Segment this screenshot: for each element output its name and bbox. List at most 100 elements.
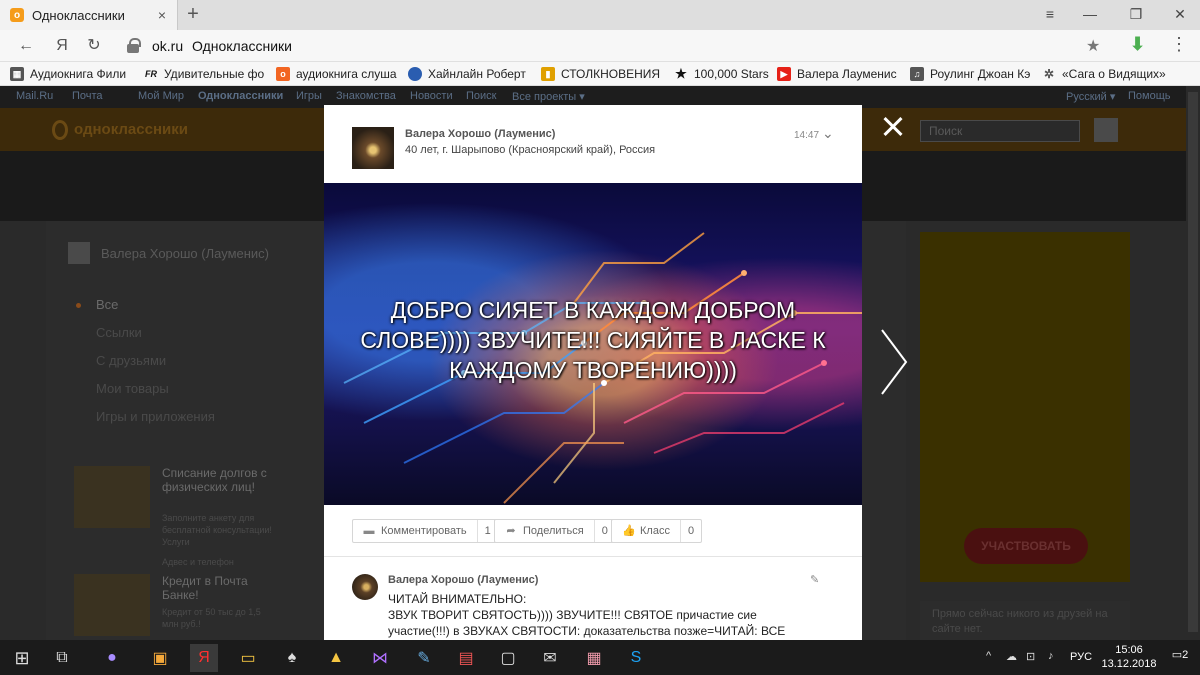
ok-search-input[interactable]: Поиск bbox=[920, 120, 1080, 142]
solitaire-icon[interactable]: ♠ bbox=[278, 644, 306, 672]
topnav-all-projects[interactable]: Все проекты ▾ bbox=[512, 90, 585, 103]
profile-bar: Валера Хорошо (Лауменис) bbox=[56, 236, 346, 270]
mail-icon[interactable]: ✉ bbox=[536, 644, 564, 672]
next-post-arrow-icon[interactable] bbox=[878, 326, 910, 398]
filter-games[interactable]: Игры и приложения bbox=[56, 403, 296, 431]
ad-image[interactable] bbox=[74, 466, 150, 528]
ad-title[interactable]: Списание долгов с физических лиц! bbox=[162, 466, 272, 494]
ok-logo[interactable]: одноклассники bbox=[52, 120, 188, 140]
bookmark-item[interactable]: ▮ СТОЛКНОВЕНИЯ / bbox=[541, 66, 663, 82]
bars-icon: ▮ bbox=[541, 67, 555, 81]
visual-studio-icon[interactable]: ⋈ bbox=[366, 644, 394, 672]
tray-network-icon[interactable]: ⊡ bbox=[1026, 650, 1035, 663]
skype-icon[interactable]: S bbox=[622, 644, 650, 672]
media-player-icon[interactable]: ▣ bbox=[146, 644, 174, 672]
participate-button[interactable]: УЧАСТВОВАТЬ bbox=[964, 528, 1088, 564]
app-flag-icon[interactable]: ▤ bbox=[452, 644, 480, 672]
language-indicator[interactable]: РУС bbox=[1070, 651, 1092, 663]
tray-expand-icon[interactable]: ^ bbox=[986, 650, 991, 662]
notifications-icon[interactable]: ▭2 bbox=[1170, 648, 1190, 666]
filter-links[interactable]: Ссылки bbox=[56, 319, 296, 347]
clock-date: 13.12.2018 bbox=[1101, 658, 1157, 670]
like-icon: 👍 bbox=[622, 525, 636, 537]
url-page-title[interactable]: Одноклассники bbox=[192, 38, 292, 54]
clock[interactable]: 15:06 13.12.2018 bbox=[1098, 643, 1160, 671]
profile-name[interactable]: Валера Хорошо (Лауменис) bbox=[101, 246, 269, 261]
bookmark-item[interactable]: Хайнлайн Роберт bbox=[408, 66, 530, 82]
paint-icon[interactable]: ✎ bbox=[410, 644, 438, 672]
author-avatar[interactable] bbox=[352, 127, 394, 169]
topnav-ok[interactable]: Одноклассники bbox=[198, 90, 283, 102]
bookmark-item[interactable]: FR Удивительные фо bbox=[144, 66, 270, 82]
topnav-search[interactable]: Поиск bbox=[466, 90, 496, 102]
comment-author[interactable]: Валера Хорошо (Лауменис) bbox=[388, 574, 538, 586]
friends-online-text: Прямо сейчас никого из друзей на сайте н… bbox=[920, 601, 1130, 640]
reload-button[interactable]: ↻ bbox=[82, 35, 106, 57]
yandex-browser-icon[interactable]: Я bbox=[190, 644, 218, 672]
comment-button[interactable]: ▬ Комментировать 1 bbox=[352, 519, 499, 543]
topnav-news[interactable]: Новости bbox=[410, 90, 453, 102]
edit-pencil-icon[interactable]: ✎ bbox=[810, 573, 819, 586]
ad-title[interactable]: Кредит в Почта Банке! bbox=[162, 574, 272, 602]
ok-favicon-icon: о bbox=[10, 8, 24, 22]
bookmark-item[interactable]: ▦ Аудиокнига Фили bbox=[10, 66, 135, 82]
bookmark-item[interactable]: ♫ Роулинг Джоан Кэ bbox=[910, 66, 1032, 82]
filter-friends[interactable]: С друзьями bbox=[56, 347, 296, 375]
ok-logo-icon bbox=[52, 120, 68, 140]
share-button[interactable]: ➦ Поделиться 0 bbox=[494, 519, 616, 543]
filter-all[interactable]: Все bbox=[56, 291, 296, 319]
close-modal-icon[interactable] bbox=[880, 114, 906, 140]
start-windows-icon[interactable]: ⊞ bbox=[8, 644, 36, 672]
spider-icon: ✲ bbox=[1043, 67, 1055, 81]
tab-close-icon[interactable]: × bbox=[153, 7, 171, 23]
topnav-language[interactable]: Русский ▾ bbox=[1066, 90, 1115, 103]
topnav-mailru[interactable]: Mail.Ru bbox=[16, 90, 53, 102]
minimize-button[interactable]: — bbox=[1070, 0, 1110, 30]
url-domain[interactable]: ok.ru bbox=[152, 38, 183, 54]
post-image[interactable]: ДОБРО СИЯЕТ В КАЖДОМ ДОБРОМ СЛОВЕ)))) ЗВ… bbox=[324, 183, 862, 505]
bookmark-item[interactable]: ▶ Валера Лауменис bbox=[777, 66, 899, 82]
post-actions: ▬ Комментировать 1 ➦ Поделиться 0 👍 Клас… bbox=[324, 505, 862, 557]
author-info: 40 лет, г. Шарыпово (Красноярский край),… bbox=[405, 144, 656, 156]
address-bar: ← Я ↻ ok.ru Одноклассники ★ ⬇ ⋮ bbox=[0, 30, 1200, 62]
file-explorer-icon[interactable]: ▭ bbox=[234, 644, 262, 672]
voice-assistant-icon[interactable]: ● bbox=[98, 644, 126, 672]
filter-products[interactable]: Мои товары bbox=[56, 375, 296, 403]
user-avatar[interactable] bbox=[1094, 118, 1118, 142]
browser-menu-icon[interactable]: ≡ bbox=[1030, 0, 1070, 30]
like-button[interactable]: 👍 Класс 0 bbox=[611, 519, 703, 543]
download-icon[interactable]: ⬇ bbox=[1130, 34, 1145, 55]
chevron-down-icon[interactable]: ⌄ bbox=[822, 125, 834, 142]
topnav-dating[interactable]: Знакомства bbox=[336, 90, 396, 102]
profile-avatar[interactable] bbox=[68, 242, 90, 264]
tray-cloud-icon[interactable]: ☁ bbox=[1006, 650, 1017, 663]
more-menu-icon[interactable]: ⋮ bbox=[1170, 34, 1188, 55]
new-tab-button[interactable]: + bbox=[182, 4, 204, 26]
browser-tabbar: о Одноклассники × + ≡ — ❐ ✕ bbox=[0, 0, 1200, 30]
maximize-button[interactable]: ❐ bbox=[1116, 0, 1156, 30]
topnav-mail[interactable]: Почта bbox=[72, 90, 103, 102]
bookmark-item[interactable]: ★ 100,000 Stars bbox=[674, 66, 774, 82]
task-view-icon[interactable]: ⧉ bbox=[48, 644, 76, 672]
ad-image[interactable] bbox=[74, 574, 150, 636]
browser-tab-active[interactable]: о Одноклассники × bbox=[0, 0, 178, 30]
yandex-home-button[interactable]: Я bbox=[50, 35, 74, 57]
page-scrollbar[interactable] bbox=[1186, 86, 1200, 640]
bookmark-star-icon[interactable]: ★ bbox=[1086, 36, 1100, 56]
ad-text: Кредит от 50 тыс до 1,5 млн руб.! bbox=[162, 607, 261, 629]
topnav-games[interactable]: Игры bbox=[296, 90, 322, 102]
scrollbar-thumb[interactable] bbox=[1188, 92, 1198, 632]
close-window-button[interactable]: ✕ bbox=[1160, 0, 1200, 30]
app-triangle-icon[interactable]: ▲ bbox=[322, 644, 350, 672]
bookmark-item[interactable]: ✲ «Сага о Видящих» bbox=[1042, 66, 1182, 82]
photo-app-icon[interactable]: ▦ bbox=[580, 644, 608, 672]
tray-volume-icon[interactable]: ♪ bbox=[1048, 650, 1054, 662]
app-window-icon[interactable]: ▢ bbox=[494, 644, 522, 672]
topnav-moymir[interactable]: Мой Мир bbox=[138, 90, 184, 102]
feed-filter-menu: Все Ссылки С друзьями Мои товары Игры и … bbox=[56, 291, 296, 431]
post-author[interactable]: Валера Хорошо (Лауменис) bbox=[405, 128, 555, 140]
topnav-help[interactable]: Помощь bbox=[1128, 90, 1171, 102]
back-button[interactable]: ← bbox=[14, 35, 38, 57]
comment-author-avatar[interactable] bbox=[352, 574, 378, 600]
bookmark-item[interactable]: о аудиокнига слуша bbox=[276, 66, 398, 82]
